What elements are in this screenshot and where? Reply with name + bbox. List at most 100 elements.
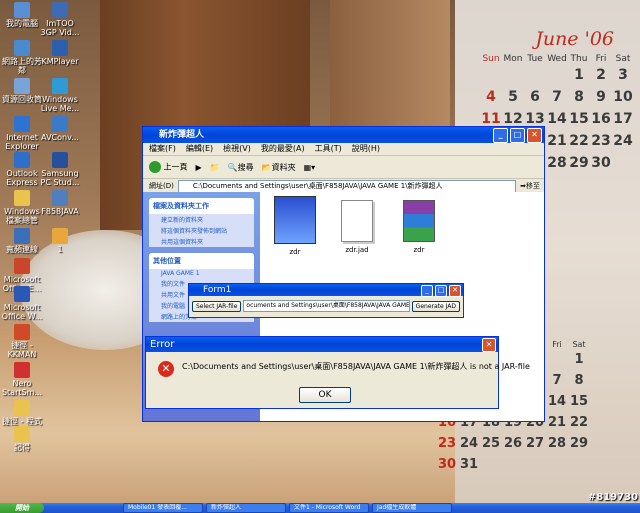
desktop-icon[interactable]: KMPlayer — [38, 40, 82, 66]
close-button[interactable]: ✕ — [527, 128, 542, 143]
shortcut-icon — [14, 228, 30, 244]
calendar-day — [524, 454, 546, 475]
place-link[interactable]: JAVA GAME 1 — [149, 269, 254, 278]
file-item[interactable]: zdr.jad — [332, 196, 382, 254]
calendar-day: 3 — [618, 67, 628, 83]
menu-item[interactable]: 說明(H) — [352, 143, 380, 155]
up-folder-icon[interactable]: 📁 — [210, 163, 220, 172]
calendar-title: June '06 — [535, 28, 614, 50]
ok-button[interactable]: OK — [299, 387, 351, 403]
form1-close-button[interactable]: ✕ — [449, 285, 461, 297]
views-icon[interactable]: ▦▾ — [304, 163, 316, 172]
search-button[interactable]: 🔍搜尋 — [228, 162, 254, 173]
desktop-icon[interactable]: Windows Live Me... — [38, 78, 82, 113]
calendar-day: 26 — [503, 436, 523, 451]
error-close-button[interactable]: ✕ — [482, 338, 496, 352]
search-icon: 🔍 — [227, 162, 238, 172]
desktop-icon-label: Samsung PC Stud... — [40, 169, 80, 187]
menu-item[interactable]: 檔案(F) — [149, 143, 176, 155]
file-item[interactable]: zdr — [394, 196, 444, 254]
taskbar-task-button[interactable]: 新炸彈超人 — [206, 503, 286, 513]
desktop-icon[interactable]: 記得 — [0, 426, 44, 452]
calendar-day: 23 — [591, 133, 611, 149]
form1-minimize-button[interactable]: _ — [421, 285, 433, 297]
go-label: 移至 — [526, 182, 540, 190]
task-link[interactable]: 建立新的資料夾 — [149, 214, 254, 225]
folders-button[interactable]: 📂資料夾 — [262, 162, 296, 173]
minimize-button[interactable]: _ — [493, 128, 508, 143]
maximize-button[interactable]: □ — [510, 128, 525, 143]
calendar-day: 28 — [547, 155, 567, 171]
calendar-day: 29 — [569, 155, 589, 171]
calendar-weekday: Tue — [527, 54, 543, 64]
forward-icon[interactable]: ▶ — [196, 163, 202, 172]
taskbar-task-button[interactable]: Mobile01 發表回覆... — [123, 503, 203, 513]
file-tasks-header[interactable]: 檔案及資料夾工作 — [149, 198, 254, 214]
calendar-day — [568, 454, 590, 475]
desktop-icon-label: 記得 — [14, 443, 30, 452]
shortcut-icon — [14, 426, 30, 442]
desktop-icon[interactable]: 1 — [38, 228, 82, 254]
calendar-week: 30 31 — [436, 454, 596, 475]
calendar-day: 21 — [547, 415, 567, 430]
shortcut-icon — [14, 78, 30, 94]
calendar-day: 30 — [437, 457, 457, 472]
calendar-day — [612, 152, 634, 174]
desktop-icon[interactable]: Microsoft Office W... — [0, 286, 44, 321]
desktop-icon-label: Microsoft Office W... — [1, 303, 43, 321]
calendar-day: 23 — [437, 436, 457, 451]
desktop-icon-label: 捷徑 - 程式 — [2, 417, 42, 426]
calendar-day — [480, 64, 502, 86]
task-link[interactable]: 共用這個資料夾 — [149, 236, 254, 247]
taskbar-task-button[interactable]: 文件1 - Microsoft Word — [289, 503, 369, 513]
calendar-weekday: Sun — [482, 54, 500, 64]
calendar-day: 2 — [596, 67, 606, 83]
error-titlebar[interactable]: Error — [146, 337, 498, 352]
jar-path-field[interactable]: ocuments and Settings\user\桌面\F858JAVA\J… — [243, 300, 410, 312]
other-places-header[interactable]: 其他位置 — [149, 253, 254, 269]
menu-item[interactable]: 工具(T) — [315, 143, 342, 155]
go-button[interactable]: ➡移至 — [520, 181, 544, 191]
desktop-icon[interactable]: AVConv... — [38, 116, 82, 142]
calendar-week: 123 — [480, 64, 640, 86]
menu-item[interactable]: 編輯(E) — [186, 143, 213, 155]
task-link[interactable]: 將這個資料夾發佈到網站 — [149, 225, 254, 236]
select-jar-button[interactable]: Select JAR-file — [192, 300, 242, 312]
taskbar-task-button[interactable]: Jad檔生成軟體 — [372, 503, 452, 513]
desktop-icon[interactable]: 捷徑 - 程式 — [0, 400, 44, 426]
form1-maximize-button[interactable]: □ — [435, 285, 447, 297]
folders-label: 資料夾 — [271, 162, 296, 172]
start-button[interactable]: 開始 — [0, 503, 44, 513]
menu-item[interactable]: 檢視(V) — [223, 143, 251, 155]
calendar-weekday: Thu — [570, 54, 588, 64]
back-button[interactable]: 上一頁 — [149, 161, 188, 173]
generate-jad-button[interactable]: Generate JAD — [411, 300, 460, 312]
calendar-day: 29 — [569, 436, 589, 451]
explorer-titlebar[interactable]: 新炸彈超人 _ □ ✕ — [143, 127, 544, 143]
desktop-icon[interactable]: ImTOO 3GP Vid... — [38, 2, 82, 37]
calendar-day: 8 — [574, 89, 584, 105]
desktop-icon-label: KMPlayer — [41, 57, 79, 66]
search-label: 搜尋 — [237, 162, 254, 172]
calendar-day — [524, 64, 546, 86]
shortcut-icon — [14, 190, 30, 206]
desktop-icon[interactable]: 捷徑 - KKMAN — [0, 324, 44, 359]
folder-icon: 📂 — [261, 162, 272, 172]
desktop-icon[interactable]: Samsung PC Stud... — [38, 152, 82, 187]
calendar-day — [502, 454, 524, 475]
address-field[interactable]: C:\Documents and Settings\user\桌面\F858JA… — [177, 179, 517, 193]
desktop-icon[interactable]: F858JAVA — [38, 190, 82, 216]
calendar-weekday: Sat — [615, 54, 631, 64]
file-name: zdr.jad — [345, 246, 369, 254]
menu-item[interactable]: 我的最愛(A) — [261, 143, 305, 155]
calendar-day: 7 — [552, 373, 562, 388]
shortcut-icon — [52, 228, 68, 244]
file-item[interactable]: zdr — [270, 196, 320, 256]
archive-icon — [403, 200, 435, 242]
back-label: 上一頁 — [163, 162, 188, 172]
desktop-icon-label: 1 — [57, 245, 63, 254]
desktop-icon[interactable]: Nero StartSm... — [0, 362, 44, 397]
calendar-day: 24 — [613, 133, 633, 149]
form1-titlebar[interactable]: Form1 _ □ ✕ — [189, 284, 463, 297]
calendar-day — [502, 64, 524, 86]
